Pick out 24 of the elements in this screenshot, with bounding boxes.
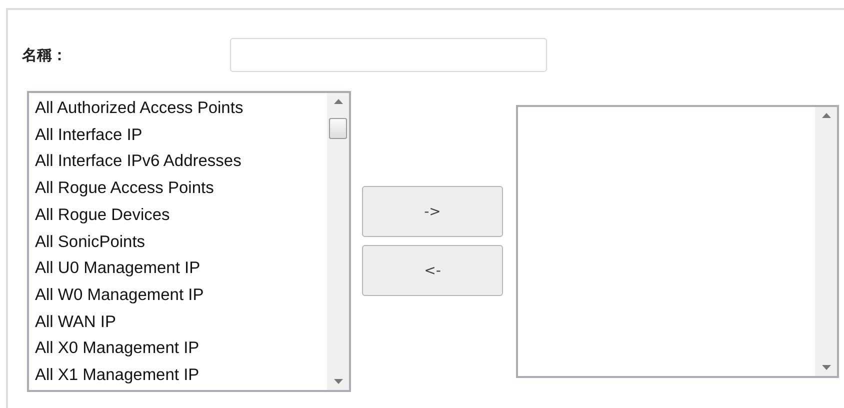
available-list[interactable] (27, 91, 351, 392)
list-item[interactable]: All W0 Management IP (35, 282, 321, 309)
scroll-down-icon[interactable] (334, 379, 342, 384)
list-item[interactable]: All X0 Management IP (35, 335, 321, 362)
scroll-up-icon[interactable] (822, 113, 830, 118)
scroll-thumb[interactable] (329, 118, 347, 139)
list-item[interactable]: All X1 Management IP (35, 362, 321, 389)
scroll-up-icon[interactable] (334, 99, 342, 104)
list-item[interactable]: All Interface IPv6 Addresses (35, 148, 321, 176)
list-item[interactable]: All Interface IP (35, 122, 321, 148)
list-item[interactable]: All U0 Management IP (35, 255, 321, 282)
list-item[interactable]: All SonicPoints (35, 228, 321, 256)
list-item[interactable]: All WAN IP (35, 308, 321, 336)
move-button[interactable]: -> (362, 186, 503, 237)
list-item[interactable]: All Rogue Access Points (35, 175, 321, 202)
list-item[interactable]: All Rogue Devices (35, 202, 321, 229)
name-label: 名稱： (22, 46, 68, 64)
selected-list[interactable] (516, 105, 839, 378)
scrollbar[interactable] (327, 93, 349, 390)
scrollbar[interactable] (815, 107, 837, 376)
move-button[interactable]: <- (362, 245, 503, 296)
name-field[interactable] (230, 38, 547, 72)
scroll-down-icon[interactable] (822, 365, 830, 370)
list-item[interactable]: All Authorized Access Points (35, 95, 321, 122)
